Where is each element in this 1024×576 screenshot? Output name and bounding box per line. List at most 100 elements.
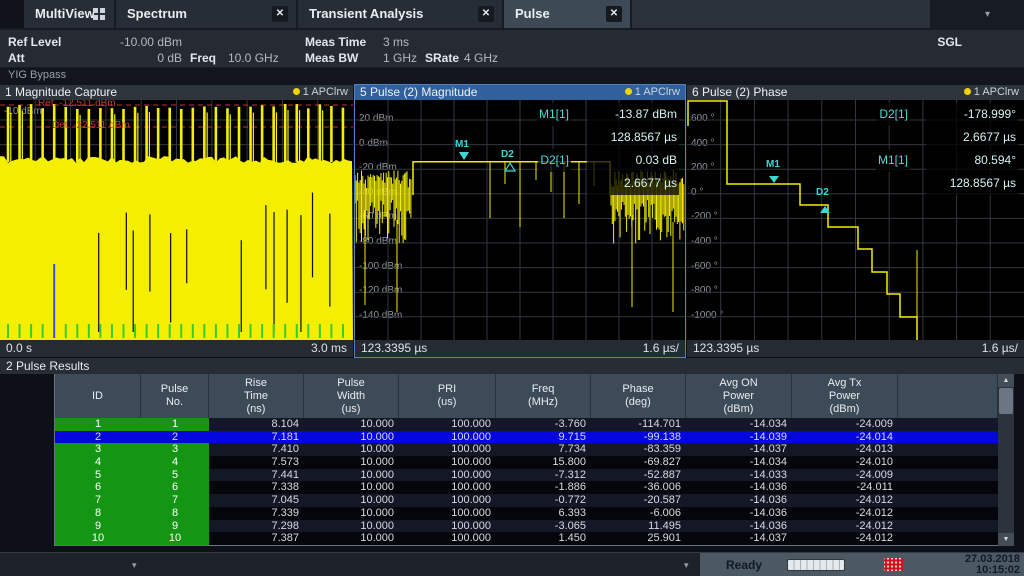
pulse-phase-plot[interactable]: 600 °400 °200 °0 °-200 °-400 °-600 °-800… [687, 100, 1024, 340]
yig-bypass-label: YIG Bypass [0, 68, 1024, 85]
table-cell: 7.410 [209, 443, 304, 456]
marker-m1-label[interactable]: M1 [766, 159, 780, 170]
column-header[interactable]: Pulse Width (us) [304, 374, 399, 418]
srate-label: SRate [425, 51, 459, 65]
statusbar-dropdown-icon[interactable]: ▾ [132, 560, 137, 571]
table-cell: 15.800 [496, 456, 591, 469]
panel-footer: 123.3395 µs 1.6 µs/ [355, 340, 685, 357]
srate-value[interactable]: 4 GHz [464, 51, 498, 65]
table-cell: 10 [55, 532, 141, 545]
magnitude-capture-plot[interactable]: -10 dBm Ref. -12.511 dBm Det. -22.511 dB… [0, 100, 353, 340]
marker-d2-label[interactable]: D2 [501, 149, 514, 160]
column-header[interactable]: Pulse No. [141, 374, 209, 418]
tab-bar: MultiView Spectrum ✕ Transient Analysis … [0, 0, 1024, 30]
table-cell: -24.012 [792, 520, 898, 533]
progress-bar [787, 559, 845, 571]
marker-name: M1[1] [876, 149, 910, 172]
marker-readout-row: 2.6677 µs [537, 172, 679, 195]
pulse-row-4[interactable]: 447.57310.000100.00015.800-69.827-14.034… [55, 456, 998, 469]
scroll-up-icon[interactable]: ▲ [998, 374, 1014, 387]
table-cell: -24.011 [792, 481, 898, 494]
tab-spectrum[interactable]: Spectrum ✕ [116, 0, 296, 28]
meas-bw-label: Meas BW [305, 51, 358, 65]
column-header[interactable]: PRI (us) [399, 374, 496, 418]
column-header[interactable]: Avg Tx Power (dBm) [792, 374, 898, 418]
marker-value: 2.6677 µs [926, 126, 1018, 149]
x-stop: 3.0 ms [311, 340, 347, 357]
column-header[interactable]: Avg ON Power (dBm) [686, 374, 792, 418]
table-cell: 2 [141, 431, 209, 444]
pulse-magnitude-plot[interactable]: 20 dBm0 dBm-20 dBm-40 dBm-60 dBm-80 dBm-… [355, 100, 685, 340]
panel-header[interactable]: 6 Pulse (2) Phase 1 APClrw [687, 85, 1024, 100]
panel-header[interactable]: 1 Magnitude Capture 1 APClrw [0, 85, 353, 100]
settings-bar: Ref Level -10.00 dBm Meas Time 3 ms SGL … [0, 30, 1024, 68]
table-cell: 9 [55, 520, 141, 533]
table-cell: -14.037 [686, 532, 792, 545]
close-icon[interactable]: ✕ [272, 6, 288, 22]
column-header[interactable]: Rise Time (ns) [209, 374, 304, 418]
table-cell: -69.827 [591, 456, 686, 469]
table-cell [898, 456, 998, 469]
marker-readout-row: 128.8567 µs [537, 126, 679, 149]
table-cell: -6.006 [591, 507, 686, 520]
panel-header[interactable]: 5 Pulse (2) Magnitude 1 APClrw [355, 85, 685, 100]
status-ready: Ready [726, 558, 762, 572]
column-header[interactable] [898, 374, 998, 418]
freq-label: Freq [190, 51, 216, 65]
table-cell: 100.000 [399, 431, 496, 444]
table-cell: -24.014 [792, 431, 898, 444]
table-cell: 6.393 [496, 507, 591, 520]
x-start: 0.0 s [6, 341, 32, 355]
table-cell: 7.441 [209, 469, 304, 482]
table-cell [898, 494, 998, 507]
marker-value: -178.999° [926, 103, 1018, 126]
table-cell: 100.000 [399, 443, 496, 456]
pulse-row-3[interactable]: 337.41010.000100.0007.734-83.359-14.037-… [55, 443, 998, 456]
pulse-row-1[interactable]: 118.10410.000100.000-3.760-114.701-14.03… [55, 418, 998, 431]
pulse-row-9[interactable]: 997.29810.000100.000-3.06511.495-14.036-… [55, 520, 998, 533]
pulse-row-2[interactable]: 227.18110.000100.0009.715-99.138-14.039-… [55, 431, 998, 444]
table-cell: 100.000 [399, 494, 496, 507]
statusbar-dropdown-icon[interactable]: ▾ [684, 560, 689, 571]
marker-m1-label[interactable]: M1 [455, 139, 469, 150]
column-header[interactable]: ID [55, 374, 141, 418]
table-cell: 8 [141, 507, 209, 520]
table-cell: -99.138 [591, 431, 686, 444]
marker-d2-label[interactable]: D2 [816, 187, 829, 198]
results-scrollbar[interactable]: ▲ ▼ [998, 374, 1014, 546]
pulse-row-10[interactable]: 10107.38710.000100.0001.45025.901-14.037… [55, 532, 998, 545]
trace-dot-icon [293, 88, 300, 95]
pulse-row-7[interactable]: 777.04510.000100.000-0.772-20.587-14.036… [55, 494, 998, 507]
marker-name: M1[1] [537, 103, 571, 126]
meas-time-value[interactable]: 3 ms [383, 35, 409, 49]
results-header-row: IDPulse No.Rise Time (ns)Pulse Width (us… [54, 374, 998, 418]
tab-pulse[interactable]: Pulse ✕ [504, 0, 630, 28]
table-cell: -24.012 [792, 494, 898, 507]
pulse-row-5[interactable]: 557.44110.000100.000-7.312-52.887-14.033… [55, 469, 998, 482]
freq-value[interactable]: 10.0 GHz [228, 51, 279, 65]
ref-level-value[interactable]: -10.00 dBm [70, 35, 182, 49]
pulse-row-8[interactable]: 887.33910.000100.0006.393-6.006-14.036-2… [55, 507, 998, 520]
table-cell: 3 [55, 443, 141, 456]
marker-readout: M1[1]-13.87 dBm128.8567 µsD2[1]0.03 dB2.… [537, 103, 679, 195]
close-icon[interactable]: ✕ [606, 6, 622, 22]
table-cell: 7 [141, 494, 209, 507]
tab-transient-analysis[interactable]: Transient Analysis ✕ [298, 0, 502, 28]
scroll-down-icon[interactable]: ▼ [998, 533, 1014, 546]
pulse-row-6[interactable]: 667.33810.000100.000-1.886-36.006-14.036… [55, 481, 998, 494]
tabbar-dropdown-icon[interactable]: ▾ [985, 9, 990, 20]
column-header[interactable]: Phase (deg) [591, 374, 686, 418]
scroll-thumb[interactable] [999, 388, 1013, 414]
tab-label: Transient Analysis [298, 0, 423, 28]
close-icon[interactable]: ✕ [478, 6, 494, 22]
tab-multiview[interactable]: MultiView [24, 0, 114, 28]
marker-name [906, 126, 910, 149]
ref-line-label: Ref. -12.511 dBm [38, 100, 116, 109]
att-value[interactable]: 0 dB [70, 51, 182, 65]
table-cell: 10.000 [304, 418, 399, 431]
meas-bw-value[interactable]: 1 GHz [383, 51, 417, 65]
table-cell [898, 481, 998, 494]
table-cell [898, 532, 998, 545]
table-cell: 7.298 [209, 520, 304, 533]
column-header[interactable]: Freq (MHz) [496, 374, 591, 418]
